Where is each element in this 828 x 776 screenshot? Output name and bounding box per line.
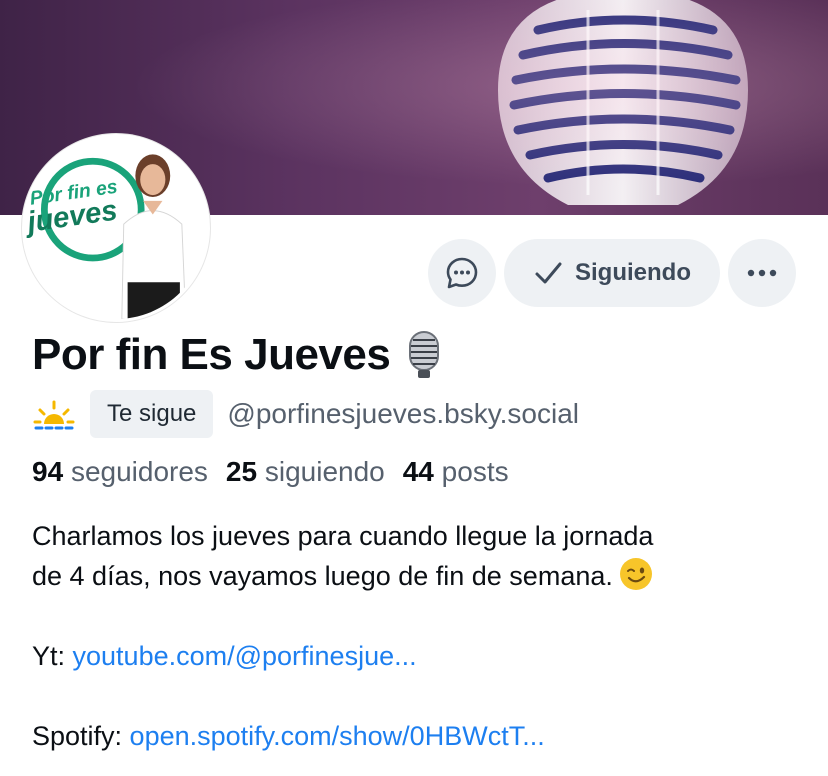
microphone-icon xyxy=(498,0,748,205)
bio-line-2: de 4 días, nos vayamos luego de fin de s… xyxy=(32,561,613,591)
following-label: siguiendo xyxy=(264,456,385,487)
winking-face-icon xyxy=(619,558,652,590)
avatar-image: Por fin es jueves xyxy=(25,137,207,319)
spotify-link[interactable]: open.spotify.com/show/0HBWctT... xyxy=(130,721,545,751)
posts-stat: 44 posts xyxy=(403,456,509,488)
bio-line-2-row: de 4 días, nos vayamos luego de fin de s… xyxy=(32,556,812,596)
profile-meta-row: Te sigue @porfinesjueves.bsky.social xyxy=(32,390,579,438)
profile-handle[interactable]: @porfinesjueves.bsky.social xyxy=(227,398,579,430)
ellipsis-icon xyxy=(747,269,777,277)
message-button[interactable] xyxy=(428,239,496,307)
follows-you-badge: Te sigue xyxy=(90,390,214,438)
studio-microphone-icon xyxy=(409,331,440,378)
bio-line-1: Charlamos los jueves para cuando llegue … xyxy=(32,521,654,551)
profile-avatar[interactable]: Por fin es jueves xyxy=(22,134,210,322)
bio-youtube-row: Yt: youtube.com/@porfinesjue... xyxy=(32,636,812,676)
display-name: Por fin Es Jueves xyxy=(32,330,391,379)
following-count: 25 xyxy=(225,456,258,487)
posts-label: posts xyxy=(441,456,509,487)
more-options-button[interactable] xyxy=(728,239,796,307)
bio-spotify-row: Spotify: open.spotify.com/show/0HBWctT..… xyxy=(32,716,812,756)
spotify-label: Spotify: xyxy=(32,721,130,751)
following-button-label: Siguiendo xyxy=(575,259,691,286)
checkmark-icon xyxy=(535,262,562,284)
followers-count: 94 xyxy=(32,456,64,487)
chat-bubble-icon xyxy=(446,257,478,289)
followers-stat[interactable]: 94 seguidores xyxy=(32,456,208,488)
display-name-row: Por fin Es Jueves xyxy=(32,330,444,380)
youtube-link[interactable]: youtube.com/@porfinesjue... xyxy=(73,641,417,671)
posts-count: 44 xyxy=(402,456,434,487)
sunrise-icon xyxy=(33,400,75,430)
profile-stats: 94 seguidores 25 siguiendo 44 posts xyxy=(32,456,509,488)
following-stat[interactable]: 25 siguiendo xyxy=(226,456,385,488)
youtube-label: Yt: xyxy=(32,641,73,671)
following-button[interactable]: Siguiendo xyxy=(504,239,720,307)
followers-label: seguidores xyxy=(70,456,208,487)
profile-bio: Charlamos los jueves para cuando llegue … xyxy=(32,516,812,756)
